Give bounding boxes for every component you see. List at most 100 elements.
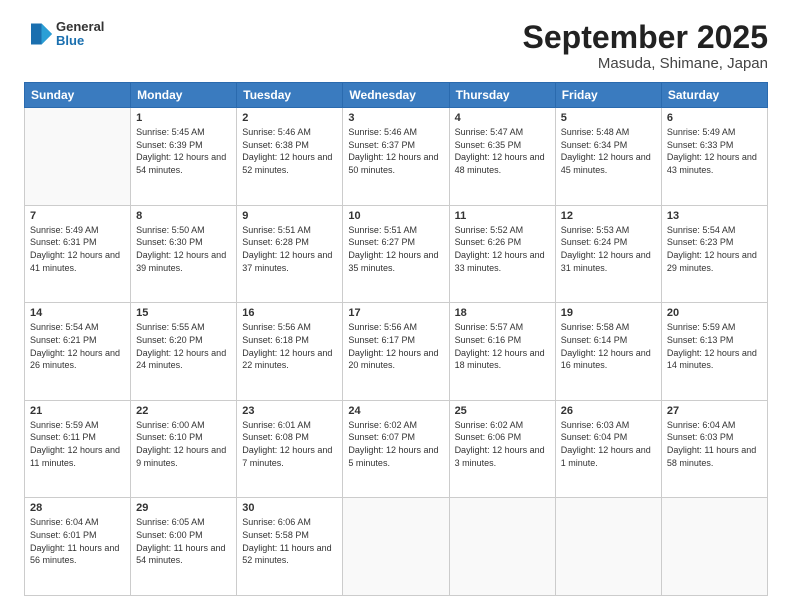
day-info: Sunrise: 5:46 AM Sunset: 6:38 PM Dayligh… xyxy=(242,126,337,176)
sunrise-text: Sunrise: 6:05 AM xyxy=(136,516,231,529)
day-info: Sunrise: 6:04 AM Sunset: 6:03 PM Dayligh… xyxy=(667,419,762,469)
col-thursday: Thursday xyxy=(449,83,555,108)
sunset-text: Sunset: 6:10 PM xyxy=(136,431,231,444)
day-number: 12 xyxy=(561,210,656,222)
sunrise-text: Sunrise: 5:46 AM xyxy=(242,126,337,139)
day-info: Sunrise: 6:06 AM Sunset: 5:58 PM Dayligh… xyxy=(242,516,337,566)
sunset-text: Sunset: 6:26 PM xyxy=(455,236,550,249)
day-number: 6 xyxy=(667,112,762,124)
sunset-text: Sunset: 5:58 PM xyxy=(242,529,337,542)
sunset-text: Sunset: 6:23 PM xyxy=(667,236,762,249)
week-row-1: 1 Sunrise: 5:45 AM Sunset: 6:39 PM Dayli… xyxy=(25,108,768,206)
daylight-text: Daylight: 12 hours and 5 minutes. xyxy=(348,444,443,469)
sunset-text: Sunset: 6:17 PM xyxy=(348,334,443,347)
day-info: Sunrise: 5:52 AM Sunset: 6:26 PM Dayligh… xyxy=(455,224,550,274)
daylight-text: Daylight: 12 hours and 26 minutes. xyxy=(30,347,125,372)
sunrise-text: Sunrise: 6:00 AM xyxy=(136,419,231,432)
day-info: Sunrise: 6:03 AM Sunset: 6:04 PM Dayligh… xyxy=(561,419,656,469)
sunrise-text: Sunrise: 5:54 AM xyxy=(667,224,762,237)
daylight-text: Daylight: 12 hours and 22 minutes. xyxy=(242,347,337,372)
sunrise-text: Sunrise: 6:06 AM xyxy=(242,516,337,529)
table-cell: 9 Sunrise: 5:51 AM Sunset: 6:28 PM Dayli… xyxy=(237,205,343,303)
sunset-text: Sunset: 6:18 PM xyxy=(242,334,337,347)
sunrise-text: Sunrise: 6:04 AM xyxy=(30,516,125,529)
day-info: Sunrise: 5:51 AM Sunset: 6:28 PM Dayligh… xyxy=(242,224,337,274)
table-cell: 11 Sunrise: 5:52 AM Sunset: 6:26 PM Dayl… xyxy=(449,205,555,303)
table-cell: 18 Sunrise: 5:57 AM Sunset: 6:16 PM Dayl… xyxy=(449,303,555,401)
day-info: Sunrise: 5:56 AM Sunset: 6:18 PM Dayligh… xyxy=(242,321,337,371)
daylight-text: Daylight: 12 hours and 1 minute. xyxy=(561,444,656,469)
sunset-text: Sunset: 6:39 PM xyxy=(136,139,231,152)
sunset-text: Sunset: 6:31 PM xyxy=(30,236,125,249)
table-cell xyxy=(555,498,661,596)
day-number: 27 xyxy=(667,405,762,417)
sunrise-text: Sunrise: 5:55 AM xyxy=(136,321,231,334)
day-info: Sunrise: 5:58 AM Sunset: 6:14 PM Dayligh… xyxy=(561,321,656,371)
sunset-text: Sunset: 6:34 PM xyxy=(561,139,656,152)
daylight-text: Daylight: 12 hours and 43 minutes. xyxy=(667,151,762,176)
col-saturday: Saturday xyxy=(661,83,767,108)
daylight-text: Daylight: 12 hours and 20 minutes. xyxy=(348,347,443,372)
calendar-header-row: Sunday Monday Tuesday Wednesday Thursday… xyxy=(25,83,768,108)
calendar-table: Sunday Monday Tuesday Wednesday Thursday… xyxy=(24,82,768,596)
calendar-subtitle: Masuda, Shimane, Japan xyxy=(523,55,768,72)
col-tuesday: Tuesday xyxy=(237,83,343,108)
table-cell: 1 Sunrise: 5:45 AM Sunset: 6:39 PM Dayli… xyxy=(131,108,237,206)
table-cell: 20 Sunrise: 5:59 AM Sunset: 6:13 PM Dayl… xyxy=(661,303,767,401)
day-info: Sunrise: 6:02 AM Sunset: 6:07 PM Dayligh… xyxy=(348,419,443,469)
daylight-text: Daylight: 12 hours and 16 minutes. xyxy=(561,347,656,372)
day-number: 22 xyxy=(136,405,231,417)
sunrise-text: Sunrise: 5:47 AM xyxy=(455,126,550,139)
sunrise-text: Sunrise: 6:04 AM xyxy=(667,419,762,432)
day-number: 11 xyxy=(455,210,550,222)
day-number: 30 xyxy=(242,502,337,514)
day-info: Sunrise: 6:04 AM Sunset: 6:01 PM Dayligh… xyxy=(30,516,125,566)
sunset-text: Sunset: 6:16 PM xyxy=(455,334,550,347)
daylight-text: Daylight: 12 hours and 45 minutes. xyxy=(561,151,656,176)
daylight-text: Daylight: 11 hours and 54 minutes. xyxy=(136,542,231,567)
sunset-text: Sunset: 6:21 PM xyxy=(30,334,125,347)
col-monday: Monday xyxy=(131,83,237,108)
sunset-text: Sunset: 6:33 PM xyxy=(667,139,762,152)
sunrise-text: Sunrise: 5:56 AM xyxy=(242,321,337,334)
table-cell: 10 Sunrise: 5:51 AM Sunset: 6:27 PM Dayl… xyxy=(343,205,449,303)
sunrise-text: Sunrise: 5:59 AM xyxy=(667,321,762,334)
sunset-text: Sunset: 6:35 PM xyxy=(455,139,550,152)
sunset-text: Sunset: 6:30 PM xyxy=(136,236,231,249)
daylight-text: Daylight: 12 hours and 48 minutes. xyxy=(455,151,550,176)
daylight-text: Daylight: 12 hours and 50 minutes. xyxy=(348,151,443,176)
sunrise-text: Sunrise: 6:02 AM xyxy=(348,419,443,432)
day-number: 2 xyxy=(242,112,337,124)
sunrise-text: Sunrise: 5:58 AM xyxy=(561,321,656,334)
daylight-text: Daylight: 12 hours and 41 minutes. xyxy=(30,249,125,274)
title-block: September 2025 Masuda, Shimane, Japan xyxy=(523,20,768,72)
table-cell: 30 Sunrise: 6:06 AM Sunset: 5:58 PM Dayl… xyxy=(237,498,343,596)
sunset-text: Sunset: 6:24 PM xyxy=(561,236,656,249)
table-cell: 24 Sunrise: 6:02 AM Sunset: 6:07 PM Dayl… xyxy=(343,400,449,498)
daylight-text: Daylight: 12 hours and 7 minutes. xyxy=(242,444,337,469)
day-number: 13 xyxy=(667,210,762,222)
daylight-text: Daylight: 11 hours and 52 minutes. xyxy=(242,542,337,567)
table-cell: 3 Sunrise: 5:46 AM Sunset: 6:37 PM Dayli… xyxy=(343,108,449,206)
page: General Blue September 2025 Masuda, Shim… xyxy=(0,0,792,612)
sunrise-text: Sunrise: 5:46 AM xyxy=(348,126,443,139)
day-number: 21 xyxy=(30,405,125,417)
table-cell: 14 Sunrise: 5:54 AM Sunset: 6:21 PM Dayl… xyxy=(25,303,131,401)
table-cell: 19 Sunrise: 5:58 AM Sunset: 6:14 PM Dayl… xyxy=(555,303,661,401)
day-number: 4 xyxy=(455,112,550,124)
sunset-text: Sunset: 6:03 PM xyxy=(667,431,762,444)
table-cell: 2 Sunrise: 5:46 AM Sunset: 6:38 PM Dayli… xyxy=(237,108,343,206)
table-cell: 22 Sunrise: 6:00 AM Sunset: 6:10 PM Dayl… xyxy=(131,400,237,498)
day-info: Sunrise: 6:01 AM Sunset: 6:08 PM Dayligh… xyxy=(242,419,337,469)
sunset-text: Sunset: 6:07 PM xyxy=(348,431,443,444)
day-info: Sunrise: 5:51 AM Sunset: 6:27 PM Dayligh… xyxy=(348,224,443,274)
table-cell xyxy=(343,498,449,596)
table-cell: 27 Sunrise: 6:04 AM Sunset: 6:03 PM Dayl… xyxy=(661,400,767,498)
sunrise-text: Sunrise: 5:45 AM xyxy=(136,126,231,139)
day-number: 18 xyxy=(455,307,550,319)
day-number: 10 xyxy=(348,210,443,222)
sunset-text: Sunset: 6:00 PM xyxy=(136,529,231,542)
day-info: Sunrise: 5:55 AM Sunset: 6:20 PM Dayligh… xyxy=(136,321,231,371)
day-number: 29 xyxy=(136,502,231,514)
day-info: Sunrise: 5:56 AM Sunset: 6:17 PM Dayligh… xyxy=(348,321,443,371)
